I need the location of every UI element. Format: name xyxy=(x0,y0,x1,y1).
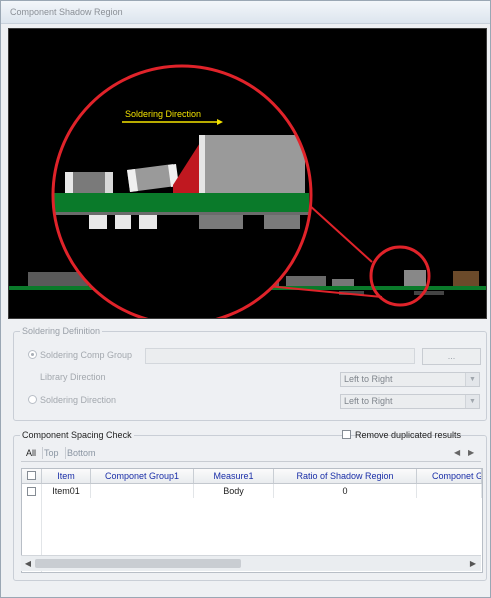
scrollbar-thumb[interactable] xyxy=(35,559,241,568)
browse-button[interactable]: ... xyxy=(422,348,481,365)
remove-duplicates-label: Remove duplicated results xyxy=(355,430,462,440)
chevron-down-icon: ▼ xyxy=(465,395,479,408)
chevron-down-icon: ▼ xyxy=(465,373,479,386)
tab-underline xyxy=(21,461,481,462)
scroll-right-icon[interactable]: ▶ xyxy=(468,558,478,569)
tab-all[interactable]: All xyxy=(26,448,36,458)
tab-top[interactable]: Top xyxy=(44,448,59,458)
select-all-header xyxy=(22,469,42,483)
soldering-direction-value: Left to Right xyxy=(344,396,393,406)
tab-bottom[interactable]: Bottom xyxy=(67,448,96,458)
tab-separator xyxy=(42,447,43,459)
radio-soldering-direction[interactable] xyxy=(28,395,37,404)
title-bar: Component Shadow Region xyxy=(1,1,490,24)
triangle-left-icon[interactable]: ◀ xyxy=(454,448,460,457)
library-direction-label: Library Direction xyxy=(40,372,106,382)
soldering-comp-group-label: Soldering Comp Group xyxy=(40,350,133,360)
grid-header: Item Componet Group1 Measure1 Ratio of S… xyxy=(22,469,482,484)
soldering-direction-label: Soldering Direction xyxy=(40,395,117,405)
tab-separator xyxy=(65,447,66,459)
cell-item: Item01 xyxy=(42,484,91,498)
cell-group2 xyxy=(417,484,482,498)
row-checkbox[interactable] xyxy=(27,487,36,496)
cell-ratio: 0 xyxy=(274,484,417,498)
column-header-group2[interactable]: Componet Gr xyxy=(417,469,482,483)
soldering-direction-select[interactable]: Left to Right ▼ xyxy=(340,394,480,409)
cell-measure1: Body xyxy=(194,484,274,498)
soldering-direction-annotation: Soldering Direction xyxy=(125,109,201,119)
cell-group1 xyxy=(91,484,194,498)
select-all-checkbox[interactable] xyxy=(27,471,36,480)
horizontal-scrollbar[interactable]: ◀ ▶ xyxy=(21,555,481,571)
soldering-comp-group-field[interactable] xyxy=(145,348,415,364)
column-header-ratio[interactable]: Ratio of Shadow Region xyxy=(274,469,417,483)
library-direction-value: Left to Right xyxy=(344,374,393,384)
scroll-left-icon[interactable]: ◀ xyxy=(23,558,33,569)
library-direction-select[interactable]: Left to Right ▼ xyxy=(340,372,480,387)
pcb-view-canvas[interactable]: Soldering Direction xyxy=(8,28,487,319)
column-header-measure1[interactable]: Measure1 xyxy=(194,469,274,483)
triangle-right-icon[interactable]: ▶ xyxy=(468,448,474,457)
pcb-illustration: Soldering Direction xyxy=(9,64,486,318)
radio-comp-group[interactable] xyxy=(28,350,37,359)
window-title: Component Shadow Region xyxy=(10,7,123,17)
row-select-cell xyxy=(22,484,42,498)
remove-duplicates-checkbox[interactable] xyxy=(342,430,351,439)
soldering-definition-title: Soldering Definition xyxy=(20,326,103,336)
component-shadow-region-window: Component Shadow Region Soldering Direct… xyxy=(0,0,491,598)
column-header-group1[interactable]: Componet Group1 xyxy=(91,469,194,483)
column-header-item[interactable]: Item xyxy=(42,469,91,483)
component-spacing-check-title: Component Spacing Check xyxy=(20,430,134,440)
